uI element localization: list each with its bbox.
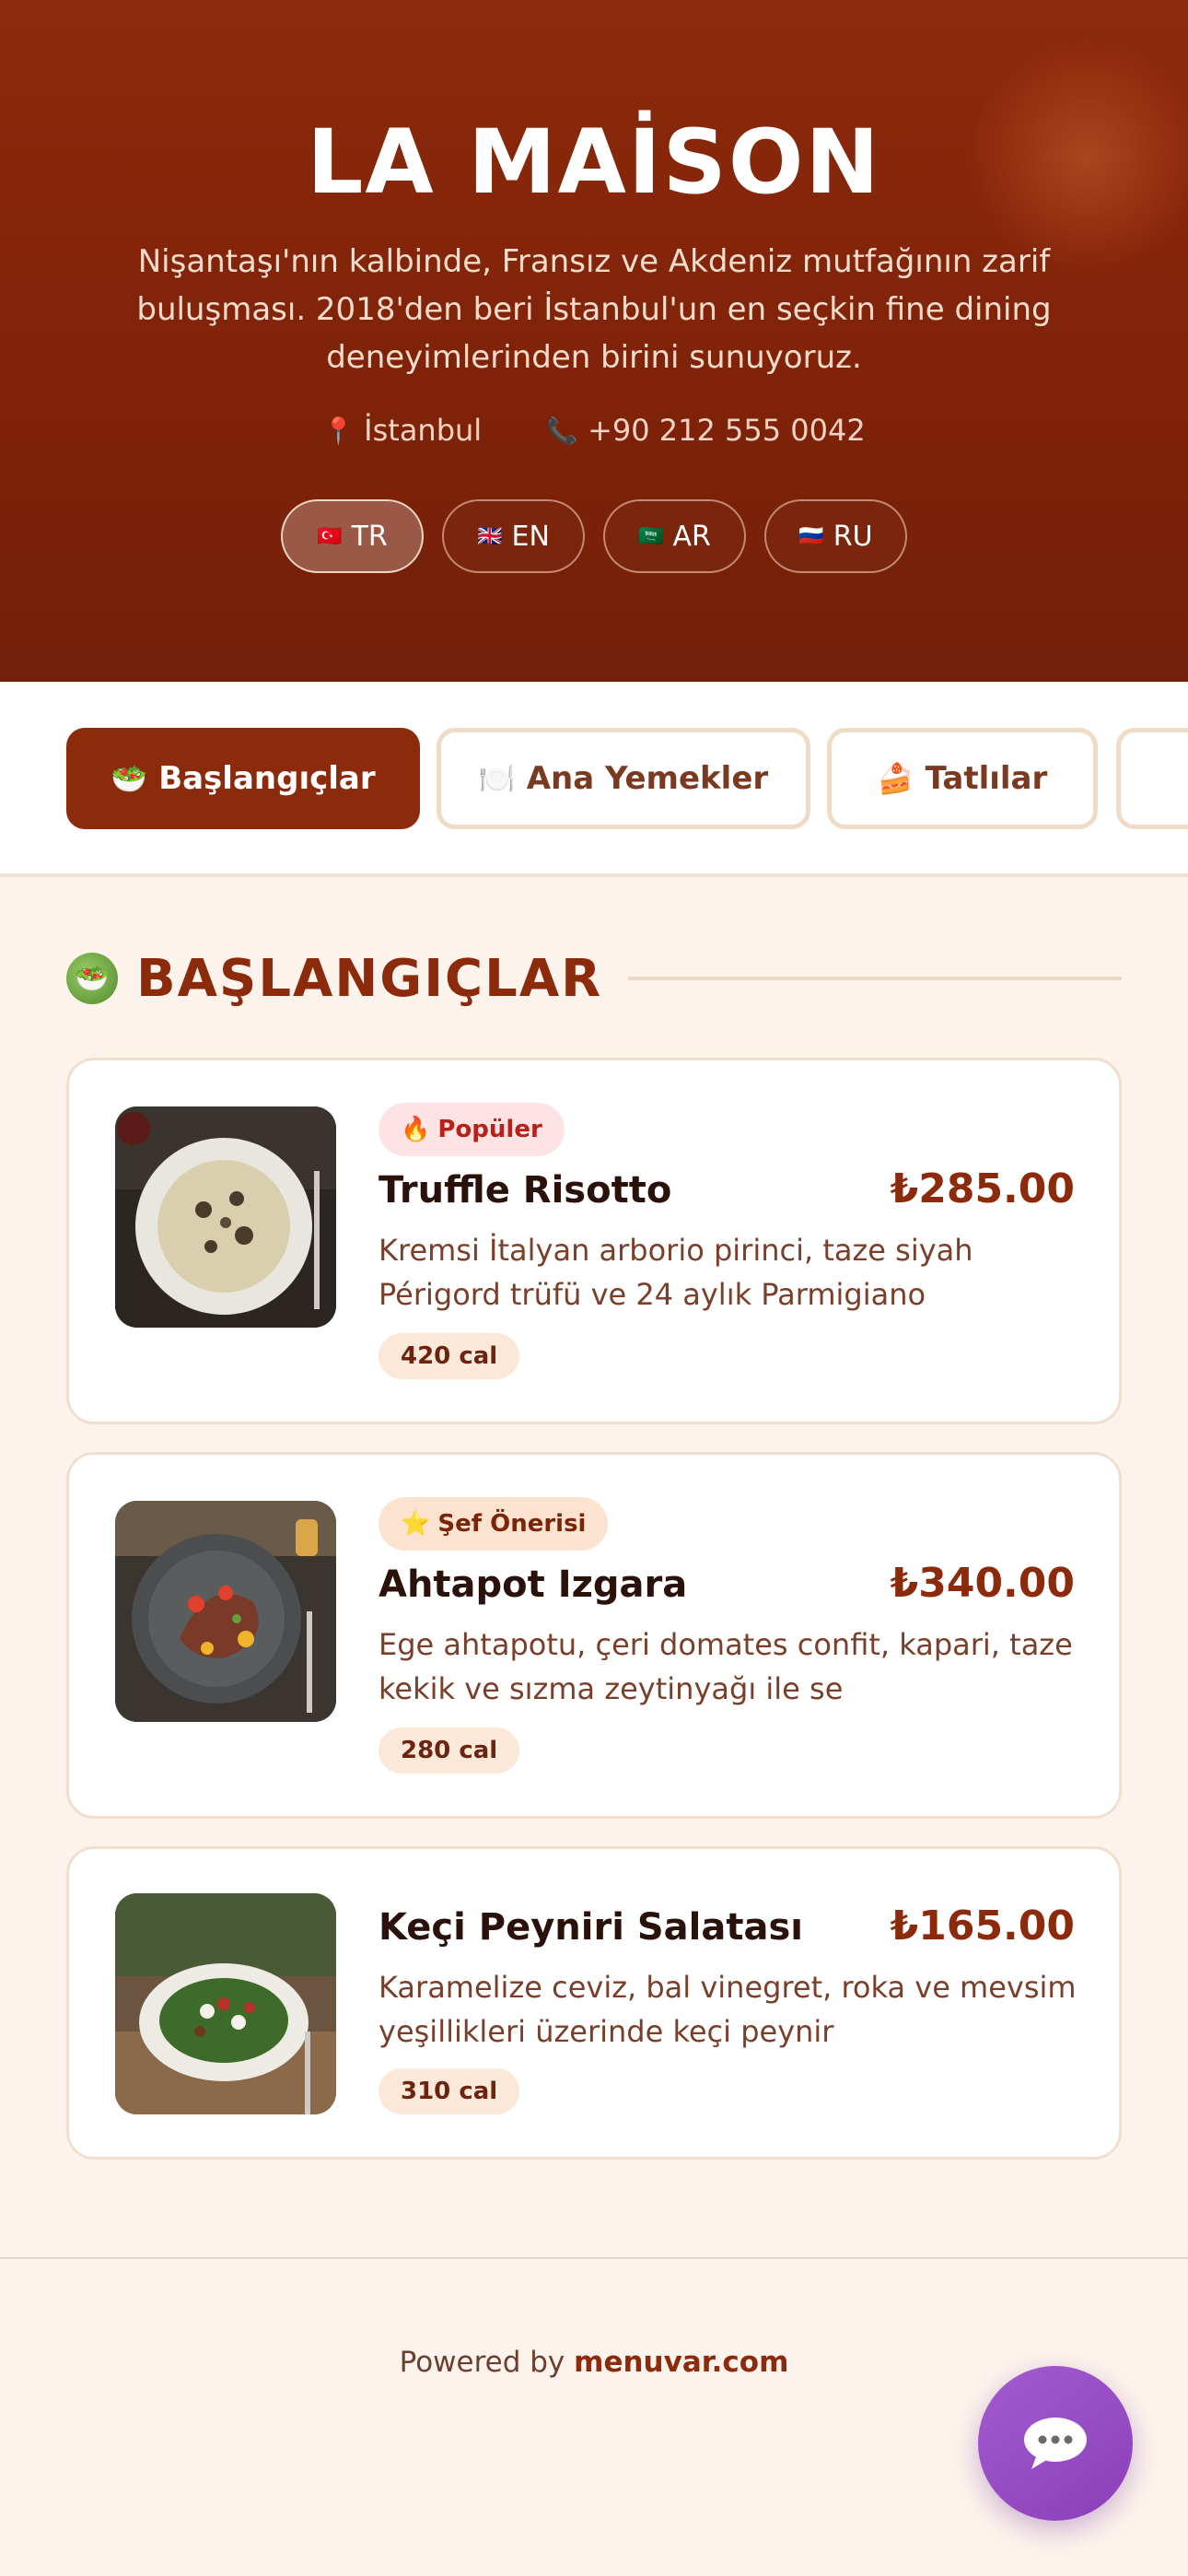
calorie-badge: 310 cal <box>379 2068 520 2114</box>
salad-icon: 🥗 <box>111 761 148 796</box>
phone-text[interactable]: +90 212 555 0042 <box>588 413 866 448</box>
badge-label: Popüler <box>437 1116 542 1143</box>
lang-button-ru[interactable]: 🇷🇺 RU <box>764 499 907 573</box>
restaurant-description: Nişantaşı'nın kalbinde, Fransız ve Akden… <box>136 243 1052 376</box>
uk-flag-icon: 🇬🇧 <box>477 524 503 548</box>
item-name: Keçi Peyniri Salatası <box>379 1906 803 1949</box>
salad-icon: 🥗 <box>66 953 118 1004</box>
section-header: 🥗 BAŞLANGIÇLAR <box>66 948 1122 1009</box>
badge-label: Şef Önerisi <box>437 1510 587 1538</box>
item-price: ₺285.00 <box>890 1165 1075 1212</box>
chat-bubble-icon <box>1024 2418 1087 2469</box>
location-text: İstanbul <box>364 413 483 448</box>
item-description: Kremsi İtalyan arborio pirinci, taze siy… <box>379 1233 973 1312</box>
powered-by-link[interactable]: menuvar.com <box>574 2346 788 2379</box>
tab-tatlilar[interactable]: 🍰 Tatlılar <box>827 728 1098 829</box>
category-tabs: 🥗 Başlangıçlar 🍽️ Ana Yemekler 🍰 Tatlıla… <box>0 682 1188 877</box>
phone[interactable]: 📞 +90 212 555 0042 <box>546 413 866 448</box>
lang-label: EN <box>511 520 550 553</box>
chef-recommendation-badge: ⭐ Şef Önerisi <box>379 1497 609 1551</box>
item-price: ₺340.00 <box>890 1560 1075 1607</box>
lang-label: RU <box>833 520 873 553</box>
sa-flag-icon: 🇸🇦 <box>638 524 664 548</box>
dish-photo <box>115 1107 336 1328</box>
popular-badge: 🔥 Popüler <box>379 1103 565 1156</box>
tab-more-partial[interactable] <box>1116 728 1188 829</box>
chat-button[interactable] <box>978 2366 1133 2521</box>
footer: Powered by menuvar.com <box>0 2346 1188 2379</box>
section-divider <box>628 977 1122 980</box>
contact-row: 📍 İstanbul 📞 +90 212 555 0042 <box>0 413 1188 448</box>
hero-header: LA MAİSON Nişantaşı'nın kalbinde, Fransı… <box>0 0 1188 682</box>
restaurant-name: LA MAİSON <box>307 111 881 214</box>
footer-divider <box>0 2257 1188 2259</box>
tab-ana-yemekler[interactable]: 🍽️ Ana Yemekler <box>437 728 810 829</box>
star-icon: ⭐ <box>401 1510 431 1538</box>
location: 📍 İstanbul <box>322 413 482 448</box>
item-price: ₺165.00 <box>890 1903 1075 1950</box>
tab-label: Başlangıçlar <box>158 760 376 797</box>
lang-label: TR <box>351 520 388 553</box>
powered-by-label: Powered by <box>399 2346 565 2379</box>
dish-photo <box>115 1501 336 1722</box>
lang-button-tr[interactable]: 🇹🇷 TR <box>281 499 424 573</box>
item-description: Ege ahtapotu, çeri domates confit, kapar… <box>379 1627 1073 1706</box>
dish-photo <box>115 1893 336 2114</box>
item-description: Karamelize ceviz, bal vinegret, roka ve … <box>379 1970 1077 2049</box>
tr-flag-icon: 🇹🇷 <box>317 524 343 548</box>
lang-button-en[interactable]: 🇬🇧 EN <box>442 499 585 573</box>
pin-icon: 📍 <box>322 415 355 446</box>
lang-label: AR <box>672 520 711 553</box>
calorie-badge: 280 cal <box>379 1727 520 1774</box>
item-name: Ahtapot Izgara <box>379 1563 688 1606</box>
item-name: Truffle Risotto <box>379 1169 672 1212</box>
calorie-badge: 420 cal <box>379 1333 520 1379</box>
ru-flag-icon: 🇷🇺 <box>798 524 824 548</box>
plate-icon: 🍽️ <box>478 761 516 796</box>
menu-item-card[interactable]: Keçi Peyniri Salatası ₺165.00 Karamelize… <box>66 1846 1122 2160</box>
phone-icon: 📞 <box>546 415 579 446</box>
section-title: BAŞLANGIÇLAR <box>136 948 603 1009</box>
lang-button-ar[interactable]: 🇸🇦 AR <box>603 499 746 573</box>
tab-baslangiclar[interactable]: 🥗 Başlangıçlar <box>66 728 420 829</box>
tab-label: Ana Yemekler <box>526 760 769 797</box>
cake-icon: 🍰 <box>877 761 914 796</box>
menu-item-card[interactable]: 🔥 Popüler Truffle Risotto ₺285.00 Kremsi… <box>66 1058 1122 1424</box>
fire-icon: 🔥 <box>401 1116 431 1143</box>
language-switcher: 🇹🇷 TR 🇬🇧 EN 🇸🇦 AR 🇷🇺 RU <box>0 499 1188 573</box>
tab-label: Tatlılar <box>925 760 1048 797</box>
menu-item-card[interactable]: ⭐ Şef Önerisi Ahtapot Izgara ₺340.00 Ege… <box>66 1452 1122 1819</box>
